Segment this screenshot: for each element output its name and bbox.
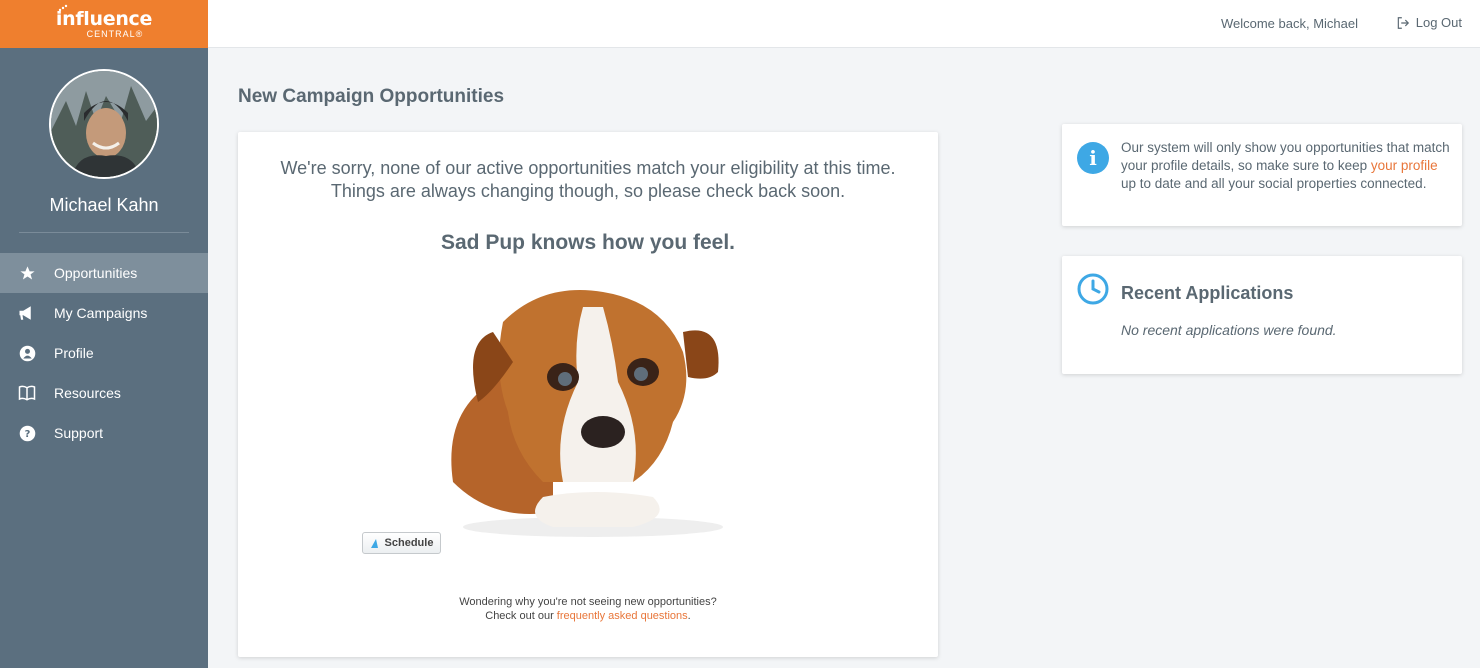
brand-logo[interactable]: influence CENTRAL® (0, 0, 208, 48)
sad-puppy-image (451, 290, 723, 537)
info-text: Our system will only show you opportunit… (1121, 139, 1451, 193)
faq-link[interactable]: frequently asked questions (557, 610, 688, 622)
sidebar-item-profile[interactable]: Profile (0, 333, 208, 373)
logout-label: Log Out (1415, 15, 1462, 30)
message-line-2: Things are always changing though, so pl… (330, 181, 846, 201)
brand-name: influence (55, 7, 153, 30)
sad-pup-heading: Sad Pup knows how you feel. (440, 231, 736, 254)
top-bar: Welcome back, Michael Log Out (208, 0, 1480, 48)
sidebar-item-label: Opportunities (54, 265, 138, 281)
info-card: i Our system will only show you opportun… (1062, 124, 1462, 226)
info-icon: i (1077, 142, 1109, 174)
schedule-button[interactable]: Schedule (362, 532, 441, 554)
signal-dots-icon (58, 4, 68, 11)
no-match-message: We're sorry, none of our active opportun… (238, 157, 938, 203)
info-text-after: up to date and all your social propertie… (1121, 176, 1427, 191)
faq-line-1: Wondering why you're not seeing new oppo… (459, 596, 717, 608)
book-icon (18, 384, 36, 402)
sidebar-item-my-campaigns[interactable]: My Campaigns (0, 293, 208, 333)
sidebar-item-support[interactable]: ? Support (0, 413, 208, 453)
your-profile-link[interactable]: your profile (1371, 158, 1438, 173)
logout-button[interactable]: Log Out (1396, 15, 1462, 30)
user-circle-icon (18, 344, 36, 362)
brand-sub: CENTRAL® (86, 28, 144, 39)
star-icon (18, 264, 36, 282)
sidebar-divider (19, 232, 189, 233)
recent-applications-empty: No recent applications were found. (1121, 322, 1337, 338)
faq-prefix: Check out our (485, 610, 557, 622)
sidebar-item-label: Resources (54, 385, 121, 401)
logout-icon (1396, 16, 1410, 30)
megaphone-icon (18, 304, 36, 322)
sidebar-item-resources[interactable]: Resources (0, 373, 208, 413)
avatar[interactable] (49, 69, 159, 179)
clock-icon (1077, 273, 1109, 305)
recent-applications-card: Recent Applications No recent applicatio… (1062, 256, 1462, 374)
sidebar-item-label: Profile (54, 345, 94, 361)
message-line-1: We're sorry, none of our active opportun… (280, 158, 896, 178)
schedule-label: Schedule (384, 537, 434, 549)
sidebar-item-label: Support (54, 425, 104, 441)
svg-text:?: ? (24, 429, 30, 440)
opportunities-card: We're sorry, none of our active opportun… (238, 132, 938, 657)
question-circle-icon: ? (18, 424, 36, 442)
sidebar: influence CENTRAL® Michael Kahn Opportun… (0, 0, 208, 668)
user-name: Michael Kahn (49, 195, 159, 215)
recent-applications-title: Recent Applications (1121, 283, 1294, 303)
faq-suffix: . (687, 610, 691, 622)
welcome-text: Welcome back, Michael (1220, 16, 1358, 31)
faq-note: Wondering why you're not seeing new oppo… (238, 595, 938, 623)
sidebar-item-opportunities[interactable]: Opportunities (0, 253, 208, 293)
sidebar-item-label: My Campaigns (54, 305, 148, 321)
schedule-icon (370, 539, 378, 548)
page-title: New Campaign Opportunities (238, 86, 505, 107)
faq-line-2: Check out our frequently asked questions… (238, 609, 938, 623)
